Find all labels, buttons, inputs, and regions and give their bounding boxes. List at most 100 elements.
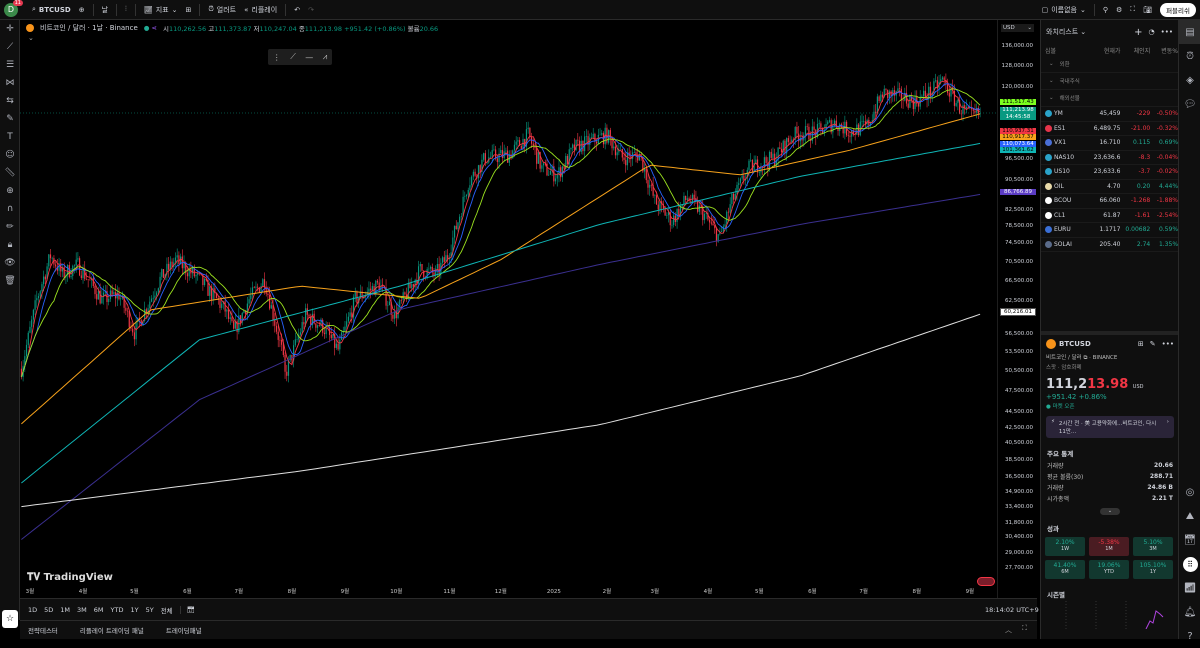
range-button-5Y[interactable]: 5Y bbox=[146, 606, 154, 614]
ruler-icon[interactable]: 📏︎ bbox=[0, 164, 20, 182]
fullscreen-icon[interactable]: ⛶ bbox=[1130, 5, 1135, 14]
line-tool-icon[interactable]: ⟋ bbox=[290, 52, 296, 62]
fib-icon[interactable]: ☰ bbox=[0, 56, 20, 74]
performance-box[interactable]: 19.06% YTD bbox=[1089, 560, 1129, 579]
watchlist-row[interactable]: US10 23,633.6 -3.7 -0.02% bbox=[1041, 165, 1178, 180]
interval-button[interactable]: 날 bbox=[102, 5, 108, 15]
pattern-icon[interactable]: ⋈ bbox=[0, 74, 20, 92]
watchlist-row[interactable]: VX1 16.710 0.115 0.69% bbox=[1041, 136, 1178, 151]
quick-search-icon[interactable]: ⚲ bbox=[1103, 6, 1108, 14]
add-symbol-icon[interactable]: + bbox=[1134, 27, 1142, 38]
column-header[interactable]: 현재가 bbox=[1087, 46, 1121, 55]
undo-icon[interactable]: ↶ bbox=[294, 6, 300, 14]
chat-icon[interactable]: 💬︎ bbox=[1179, 92, 1200, 116]
magnet-icon[interactable]: ∩ bbox=[0, 200, 20, 218]
alerts-button[interactable]: ⏰︎ 얼러트 bbox=[208, 5, 236, 15]
trash-icon[interactable]: 🗑︎ bbox=[0, 272, 20, 290]
drag-handle-icon[interactable]: ⋮ bbox=[273, 53, 281, 62]
streams-icon[interactable]: 📶︎ bbox=[1179, 576, 1200, 600]
collapse-legend-icon[interactable]: ⌄ bbox=[28, 34, 34, 42]
eye-icon[interactable]: 👁︎ bbox=[0, 254, 20, 272]
pattern-tool-icon[interactable]: ⩘ bbox=[323, 52, 328, 62]
watchlist-section[interactable]: ⌄ 국내주식 bbox=[1041, 73, 1178, 90]
favorite-star-icon[interactable]: ☆ bbox=[2, 610, 18, 628]
range-button-1M[interactable]: 1M bbox=[60, 606, 70, 614]
target-icon[interactable]: ◎ bbox=[1179, 480, 1200, 504]
performance-box[interactable]: -5.38% 1M bbox=[1089, 537, 1129, 556]
watchlist-section[interactable]: ⌄ 외환 bbox=[1041, 56, 1178, 73]
symbol-search[interactable]: ⌕ BTCUSD bbox=[32, 5, 71, 14]
calendar-icon[interactable]: 📅︎ bbox=[1179, 528, 1200, 552]
watchlist-row[interactable]: YM 45,459 -229 -0.50% bbox=[1041, 107, 1178, 122]
expand-stats-button[interactable]: ⌄ bbox=[1100, 508, 1120, 515]
date-range-icon[interactable]: 📅︎ bbox=[179, 605, 195, 614]
more-icon[interactable]: ••• bbox=[1162, 340, 1174, 348]
candle-type-icon[interactable]: ⫶ bbox=[125, 5, 127, 14]
performance-box[interactable]: 2.10% 1W bbox=[1045, 537, 1085, 556]
help-icon[interactable]: ? bbox=[1179, 624, 1200, 648]
events-flag-icon[interactable] bbox=[977, 577, 995, 586]
range-button-YTD[interactable]: YTD bbox=[111, 606, 124, 614]
range-button-3M[interactable]: 3M bbox=[77, 606, 87, 614]
range-button-5D[interactable]: 5D bbox=[44, 606, 53, 614]
collapse-panel-icon[interactable]: ︿ bbox=[1005, 625, 1012, 635]
brush-icon[interactable]: ✎ bbox=[0, 110, 20, 128]
crosshair-icon[interactable]: ✛ bbox=[0, 20, 20, 38]
layout-name-button[interactable]: ▢ 이름없음 ⌄ bbox=[1042, 5, 1086, 15]
replay-button[interactable]: «리플레이 bbox=[244, 5, 277, 15]
layers-icon[interactable]: ◈ bbox=[1179, 68, 1200, 92]
projection-icon[interactable]: ⇆ bbox=[0, 92, 20, 110]
emoji-icon[interactable]: ☺ bbox=[0, 146, 20, 164]
grid-icon[interactable]: ⊞ bbox=[1138, 340, 1144, 348]
column-header[interactable]: 심볼 bbox=[1045, 46, 1087, 55]
watchlist-section[interactable]: ⌄ 해외선물 bbox=[1041, 90, 1178, 107]
bottom-tab[interactable]: 전략테스터 bbox=[28, 625, 58, 635]
lock-drawing-icon[interactable]: ✏ bbox=[0, 218, 20, 236]
watchlist-row[interactable]: EURU 1.1717 0.00682 0.59% bbox=[1041, 223, 1178, 238]
notifications-bell-icon[interactable]: 🔔︎ bbox=[1179, 600, 1200, 624]
horizontal-line-icon[interactable]: — bbox=[305, 53, 313, 62]
watchlist-row[interactable]: CL1 61.87 -1.61 -2.54% bbox=[1041, 209, 1178, 223]
indicators-button[interactable]: 📈︎ 지표 ⌄ bbox=[144, 5, 178, 15]
watchlist-row[interactable]: SOLAI 205.40 2.74 1.35% bbox=[1041, 238, 1178, 252]
column-header[interactable]: 체인지 bbox=[1120, 46, 1151, 55]
range-button-6M[interactable]: 6M bbox=[94, 606, 104, 614]
performance-box[interactable]: 105.10% 1Y bbox=[1133, 560, 1173, 579]
external-link-icon[interactable]: ⧉ bbox=[1083, 355, 1087, 361]
watchlist-icon[interactable]: ▤ bbox=[1179, 20, 1200, 44]
camera-icon[interactable]: 📷︎ bbox=[1143, 6, 1152, 14]
advanced-view-icon[interactable]: ◔ bbox=[1149, 28, 1155, 36]
watchlist-row[interactable]: ES1 6,489.75 -21.00 -0.32% bbox=[1041, 122, 1178, 136]
settings-icon[interactable]: ⚙ bbox=[1116, 6, 1122, 14]
lock-icon[interactable]: 🔒︎ bbox=[0, 236, 20, 254]
maximize-panel-icon[interactable]: ⛶ bbox=[1022, 624, 1027, 633]
more-icon[interactable]: ••• bbox=[1161, 28, 1173, 36]
text-icon[interactable]: T bbox=[0, 128, 20, 146]
price-chart[interactable]: 3월 4월 5월 6월 7월 8월 9월 10월 11월 12월 2025 2월 3월 4월 5월 6월 7월 8… bbox=[20, 20, 997, 598]
performance-box[interactable]: 5.10% 3M bbox=[1133, 537, 1173, 556]
price-axis[interactable]: USD ⌄ 136,000.00 128,000.00 120,000.00 96,50… bbox=[997, 20, 1037, 598]
range-button-전체[interactable]: 전체 bbox=[161, 605, 173, 615]
currency-select[interactable]: USD ⌄ bbox=[1001, 24, 1034, 32]
watchlist-title[interactable]: 와치리스트 bbox=[1046, 27, 1078, 37]
clock[interactable]: 18:14:02 UTC+9 bbox=[985, 606, 1039, 614]
avatar[interactable]: D 11 bbox=[4, 0, 23, 17]
range-button-1D[interactable]: 1D bbox=[28, 606, 37, 614]
apps-grid-icon[interactable]: ⠿ bbox=[1179, 552, 1200, 576]
watchlist-row[interactable]: NAS10 23,636.6 -8.3 -0.04% bbox=[1041, 151, 1178, 165]
ideas-icon[interactable]: ⛰︎ bbox=[1179, 504, 1200, 528]
publish-button[interactable]: 퍼블리쉬 bbox=[1160, 2, 1196, 17]
range-button-1Y[interactable]: 1Y bbox=[130, 606, 138, 614]
watchlist-row[interactable]: BCOU 66.060 -1.268 -1.88% bbox=[1041, 194, 1178, 209]
zoom-in-icon[interactable]: ⊕ bbox=[0, 182, 20, 200]
layouts-grid-icon[interactable]: ⊞ bbox=[185, 6, 191, 14]
alerts-clock-icon[interactable]: ⏰︎ bbox=[1179, 44, 1200, 68]
performance-box[interactable]: 41.40% 6M bbox=[1045, 560, 1085, 579]
edit-icon[interactable]: ✎ bbox=[1150, 340, 1156, 348]
redo-icon[interactable]: ↷ bbox=[308, 6, 314, 14]
news-banner[interactable]: ⚡︎ 2시간 전 · 美 고용약화에...비트코인, 다시 11만… › bbox=[1046, 416, 1174, 438]
watchlist-row[interactable]: OIL 4.70 0.20 4.44% bbox=[1041, 180, 1178, 194]
column-header[interactable]: 변동% bbox=[1150, 46, 1178, 55]
compare-add-icon[interactable]: ⊕ bbox=[79, 6, 85, 14]
trendline-icon[interactable]: ⟋ bbox=[0, 38, 20, 56]
